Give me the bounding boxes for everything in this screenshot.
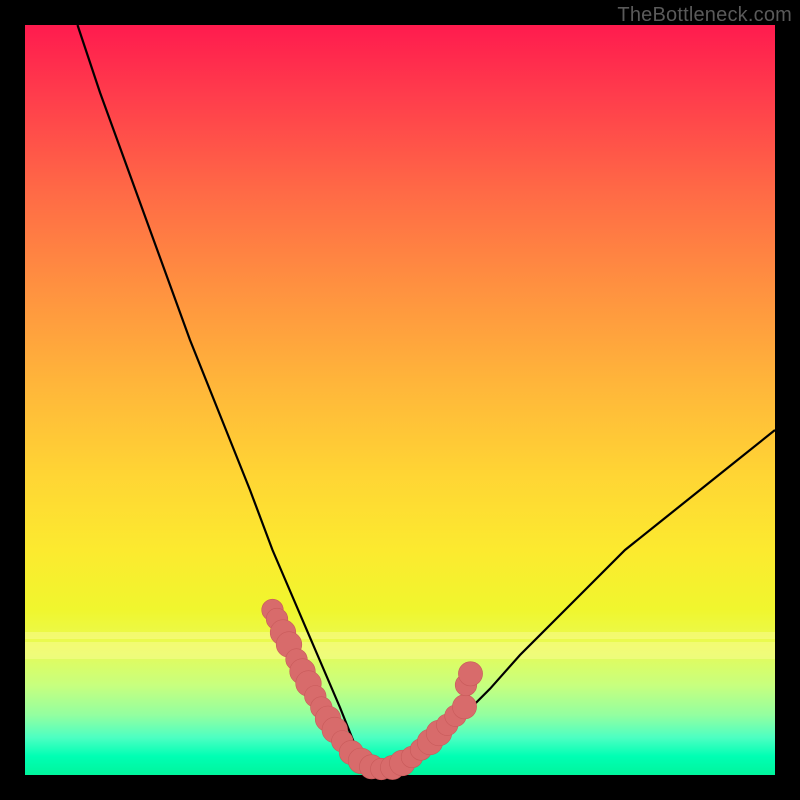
data-marker: [452, 695, 476, 719]
bottleneck-curve: [25, 25, 775, 775]
watermark-text: TheBottleneck.com: [617, 4, 792, 27]
data-marker: [458, 662, 482, 686]
chart-frame: TheBottleneck.com: [0, 0, 800, 800]
